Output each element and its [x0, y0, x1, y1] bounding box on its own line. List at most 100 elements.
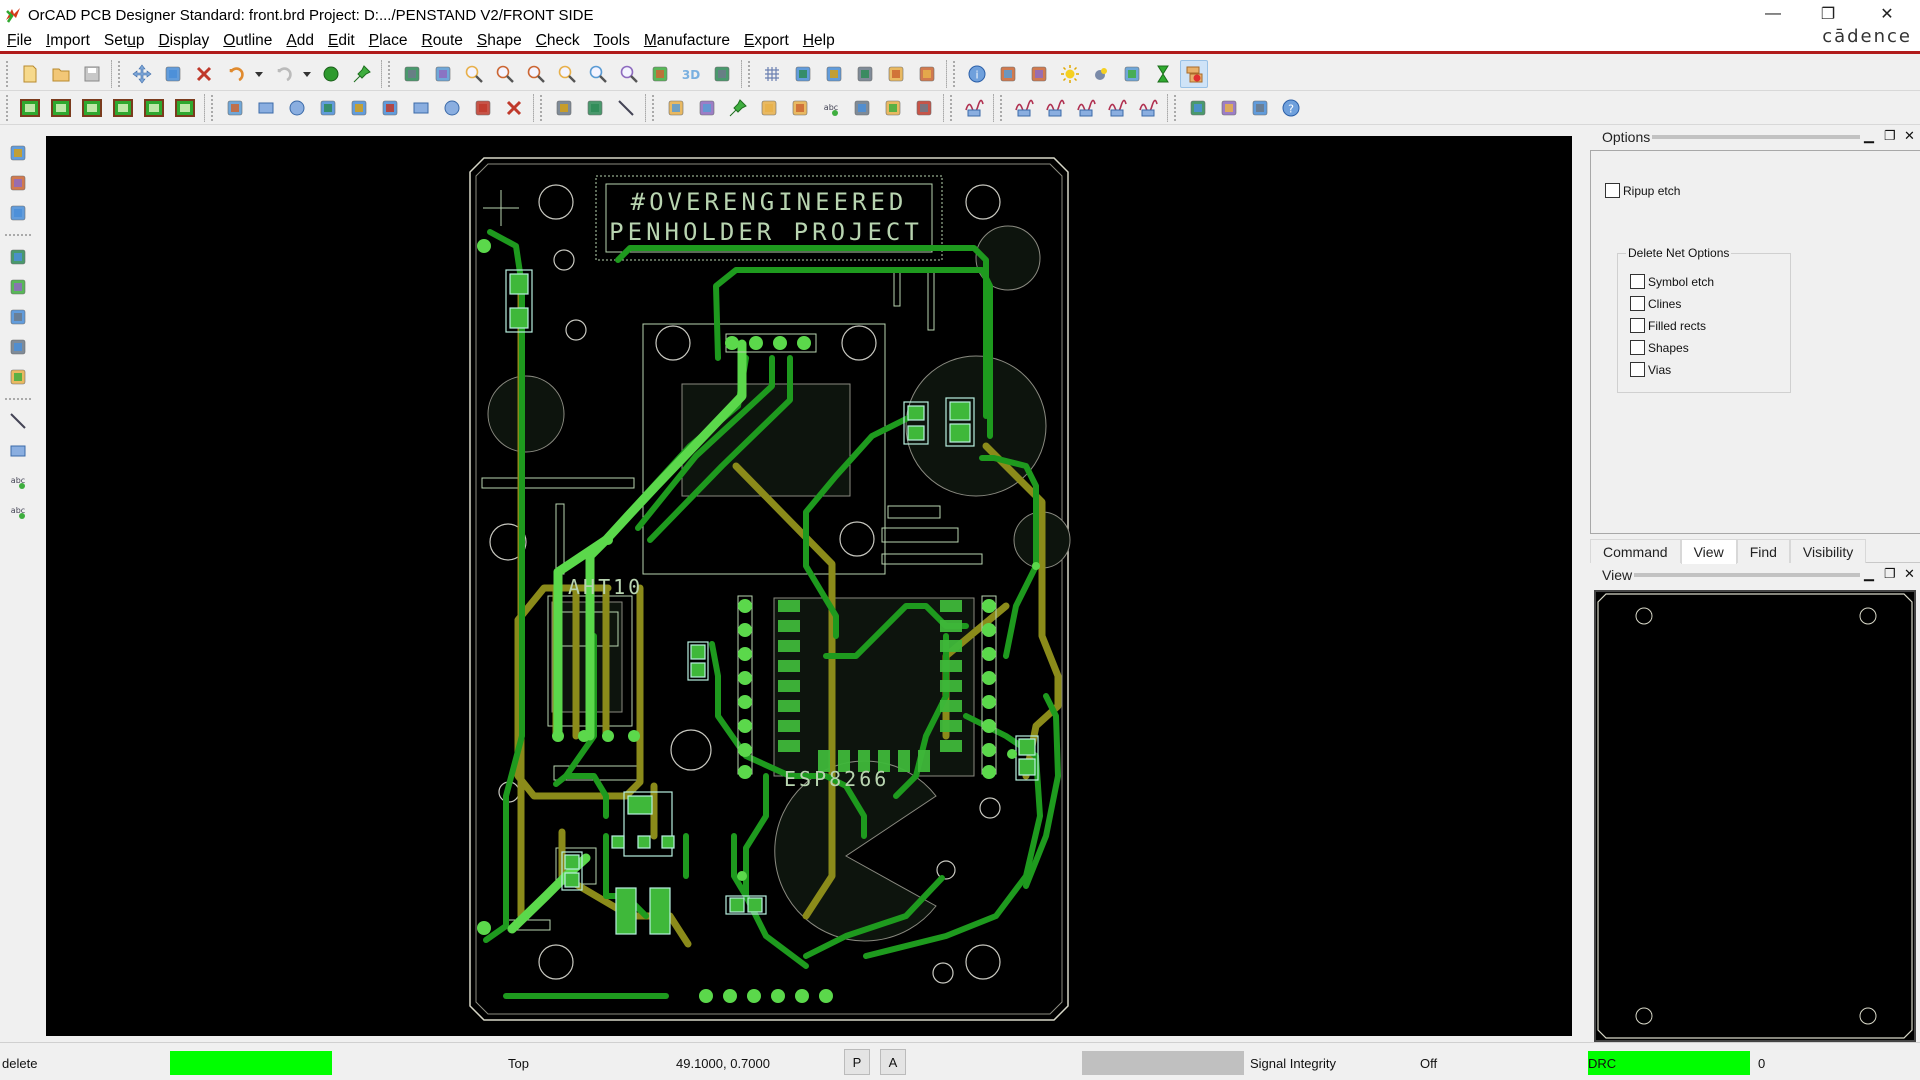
- toolbar-grip-handle[interactable]: [211, 94, 215, 121]
- shape-poly-button[interactable]: [221, 94, 249, 122]
- menu-export[interactable]: Export: [737, 32, 796, 50]
- etch-edit-1-button[interactable]: [16, 94, 44, 122]
- vias-option[interactable]: Vias: [1630, 362, 1671, 377]
- filled-rects-checkbox[interactable]: [1630, 318, 1645, 333]
- si-4-button[interactable]: [1103, 94, 1131, 122]
- tab-visibility[interactable]: Visibility: [1789, 539, 1867, 563]
- menu-manufacture[interactable]: Manufacture: [637, 32, 737, 50]
- dimension-linear-button[interactable]: [612, 94, 640, 122]
- shadow-mode-button[interactable]: [820, 60, 848, 88]
- shape-select-button[interactable]: [314, 94, 342, 122]
- unrats-all-button[interactable]: [398, 60, 426, 88]
- status-a-button[interactable]: A: [880, 1049, 906, 1075]
- si-1-button[interactable]: [1010, 94, 1038, 122]
- save-button[interactable]: [78, 60, 106, 88]
- clines-option[interactable]: Clines: [1630, 296, 1681, 311]
- place-manual-button[interactable]: [662, 94, 690, 122]
- tab-command[interactable]: Command: [1590, 539, 1681, 563]
- vias-checkbox[interactable]: [1630, 362, 1645, 377]
- redo-button[interactable]: [269, 60, 297, 88]
- status-active-layer[interactable]: Top: [508, 1051, 628, 1075]
- new-button[interactable]: [16, 60, 44, 88]
- toolbar-grip-handle[interactable]: [652, 94, 656, 121]
- rats-all-button[interactable]: [429, 60, 457, 88]
- toolbar-grip-handle[interactable]: [953, 60, 957, 87]
- slide-button[interactable]: [4, 273, 32, 301]
- shape-delete-island-button[interactable]: [500, 94, 528, 122]
- minimize-button[interactable]: —: [1750, 0, 1796, 28]
- zoom-world-button[interactable]: [615, 60, 643, 88]
- grid-toggle-button[interactable]: [758, 60, 786, 88]
- help-button[interactable]: ?: [1277, 94, 1305, 122]
- component-button[interactable]: [755, 94, 783, 122]
- toolbar-grip-handle[interactable]: [1174, 94, 1178, 121]
- shapes-checkbox[interactable]: [1630, 340, 1645, 355]
- view-float-icon[interactable]: ❐: [1884, 566, 1896, 582]
- pcb-design-canvas[interactable]: #OVERENGINEERED PENHOLDER PROJECT ESP826…: [46, 136, 1572, 1036]
- highlight-button[interactable]: [1056, 60, 1084, 88]
- zoom-fit-button[interactable]: [491, 60, 519, 88]
- shape-rect-button[interactable]: [252, 94, 280, 122]
- clines-checkbox[interactable]: [1630, 296, 1645, 311]
- property-button[interactable]: [994, 60, 1022, 88]
- report-button[interactable]: [1184, 94, 1212, 122]
- panel-float-icon[interactable]: ❐: [1884, 128, 1896, 144]
- zoom-out-button[interactable]: [553, 60, 581, 88]
- shape-edit-boundary-button[interactable]: [469, 94, 497, 122]
- pin-button[interactable]: [348, 60, 376, 88]
- topology-button[interactable]: [1246, 94, 1274, 122]
- copy-button[interactable]: [159, 60, 187, 88]
- menu-route[interactable]: Route: [415, 32, 470, 50]
- etch-edit-5-button[interactable]: [140, 94, 168, 122]
- dimension-button[interactable]: [581, 94, 609, 122]
- ripup-etch-checkbox[interactable]: [1605, 183, 1620, 198]
- undo-dropdown-button[interactable]: [252, 60, 266, 88]
- panel-minimize-icon[interactable]: ▁: [1864, 128, 1874, 144]
- delete-button[interactable]: [190, 60, 218, 88]
- redo-dropdown-button[interactable]: [300, 60, 314, 88]
- menu-import[interactable]: Import: [39, 32, 97, 50]
- delete-unconnected-button[interactable]: [1179, 59, 1208, 88]
- xsection-button[interactable]: [851, 60, 879, 88]
- open-button[interactable]: [47, 60, 75, 88]
- menu-display[interactable]: Display: [151, 32, 216, 50]
- drill-button[interactable]: [848, 94, 876, 122]
- flip-board-button[interactable]: [708, 60, 736, 88]
- ripup-etch-option[interactable]: Ripup etch: [1605, 183, 1680, 198]
- info-button[interactable]: i: [963, 60, 991, 88]
- zoom-in-button[interactable]: [522, 60, 550, 88]
- toolbar-grip-handle[interactable]: [6, 94, 10, 121]
- toolbar-grip-handle[interactable]: [6, 60, 10, 87]
- etch-edit-4-button[interactable]: [109, 94, 137, 122]
- add-line-button[interactable]: [4, 407, 32, 435]
- swap-components-button[interactable]: [693, 94, 721, 122]
- shapes-option[interactable]: Shapes: [1630, 340, 1689, 355]
- edit-text-button[interactable]: abc: [4, 497, 32, 525]
- status-drc-indicator[interactable]: DRC: [1588, 1051, 1750, 1075]
- shape-void-rect-button[interactable]: [407, 94, 435, 122]
- menu-tools[interactable]: Tools: [587, 32, 637, 50]
- symbol-etch-checkbox[interactable]: [1630, 274, 1645, 289]
- menu-help[interactable]: Help: [796, 32, 842, 50]
- si-2-button[interactable]: [1041, 94, 1069, 122]
- place-symbol-button[interactable]: [4, 169, 32, 197]
- constraint-manager-button[interactable]: [882, 60, 910, 88]
- menu-edit[interactable]: Edit: [321, 32, 362, 50]
- shape-circle-button[interactable]: [283, 94, 311, 122]
- zoom-points-button[interactable]: [460, 60, 488, 88]
- toolbar-grip-handle[interactable]: [540, 94, 544, 121]
- etch-edit-3-button[interactable]: [78, 94, 106, 122]
- array-2-button[interactable]: [910, 94, 938, 122]
- menu-place[interactable]: Place: [362, 32, 415, 50]
- menu-shape[interactable]: Shape: [470, 32, 529, 50]
- delay-tune-button[interactable]: [4, 333, 32, 361]
- assign-color-button[interactable]: [1118, 60, 1146, 88]
- symbol-etch-option[interactable]: Symbol etch: [1630, 274, 1714, 289]
- menu-outline[interactable]: Outline: [216, 32, 279, 50]
- menu-check[interactable]: Check: [529, 32, 587, 50]
- measure-button[interactable]: [1025, 60, 1053, 88]
- shape-void-button[interactable]: [376, 94, 404, 122]
- add-text-button[interactable]: abc: [4, 467, 32, 495]
- etch-edit-6-button[interactable]: [171, 94, 199, 122]
- design-rules-button[interactable]: [550, 94, 578, 122]
